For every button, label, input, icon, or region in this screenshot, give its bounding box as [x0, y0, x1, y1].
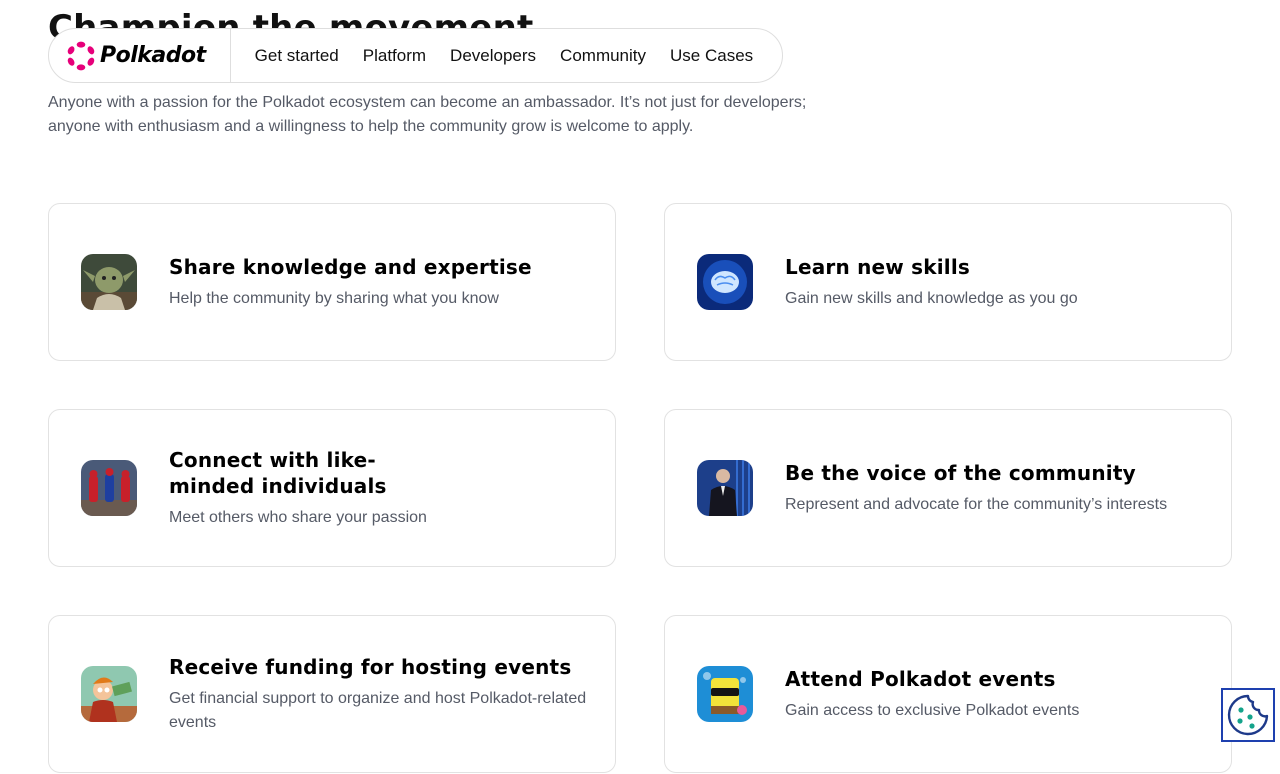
polkadot-logo[interactable]: Polkadot [49, 29, 231, 82]
benefit-card-connect: Connect with like- minded individuals Me… [48, 409, 616, 567]
benefit-card-funding: Receive funding for hosting events Get f… [48, 615, 616, 773]
nav-item-developers[interactable]: Developers [450, 46, 536, 66]
card-text: Be the voice of the community Represent … [785, 460, 1205, 517]
benefit-card-share-knowledge: Share knowledge and expertise Help the c… [48, 203, 616, 361]
card-title: Be the voice of the community [785, 460, 1136, 485]
nav-item-use-cases[interactable]: Use Cases [670, 46, 753, 66]
benefit-card-voice: Be the voice of the community Represent … [664, 409, 1232, 567]
yoda-avatar-icon [81, 254, 137, 310]
page-description: Anyone with a passion for the Polkadot e… [48, 94, 807, 135]
nav-item-community[interactable]: Community [560, 46, 646, 66]
card-title: Learn new skills [785, 254, 970, 279]
card-description: Meet others who share your passion [169, 508, 427, 526]
card-text: Receive funding for hosting events Get f… [169, 654, 589, 735]
card-description: Gain access to exclusive Polkadot events [785, 701, 1080, 719]
card-title: Attend Polkadot events [785, 666, 1056, 691]
cookie-icon [1227, 694, 1269, 736]
nav-item-platform[interactable]: Platform [363, 46, 426, 66]
benefit-card-attend-events: Attend Polkadot events Gain access to ex… [664, 615, 1232, 773]
card-description: Help the community by sharing what you k… [169, 289, 499, 307]
card-description: Get financial support to organize and ho… [169, 689, 587, 731]
polkadot-logo-icon [67, 41, 95, 70]
card-text: Learn new skills Gain new skills and kno… [785, 254, 1205, 311]
card-text: Share knowledge and expertise Help the c… [169, 254, 589, 311]
benefit-card-learn-skills: Learn new skills Gain new skills and kno… [664, 203, 1232, 361]
card-title: Share knowledge and expertise [169, 254, 532, 279]
logo-text: Polkadot [100, 43, 206, 68]
spongebob-sunglasses-icon [697, 666, 753, 722]
card-text: Connect with like- minded individuals Me… [169, 447, 589, 530]
nav-menu: Get started Platform Developers Communit… [231, 46, 754, 66]
card-description: Represent and advocate for the community… [785, 495, 1168, 513]
card-title: Connect with like- minded individuals [169, 447, 387, 498]
nav-item-get-started[interactable]: Get started [255, 46, 339, 66]
cookie-settings-button[interactable] [1221, 688, 1275, 742]
card-text: Attend Polkadot events Gain access to ex… [785, 666, 1205, 723]
main-navbar: Polkadot Get started Platform Developers… [48, 28, 783, 83]
spiderman-pointing-icon [81, 460, 137, 516]
card-description: Gain new skills and knowledge as you go [785, 289, 1078, 307]
card-title: Receive funding for hosting events [169, 654, 572, 679]
businessman-icon [697, 460, 753, 516]
glowing-brain-icon [697, 254, 753, 310]
fry-money-icon [81, 666, 137, 722]
